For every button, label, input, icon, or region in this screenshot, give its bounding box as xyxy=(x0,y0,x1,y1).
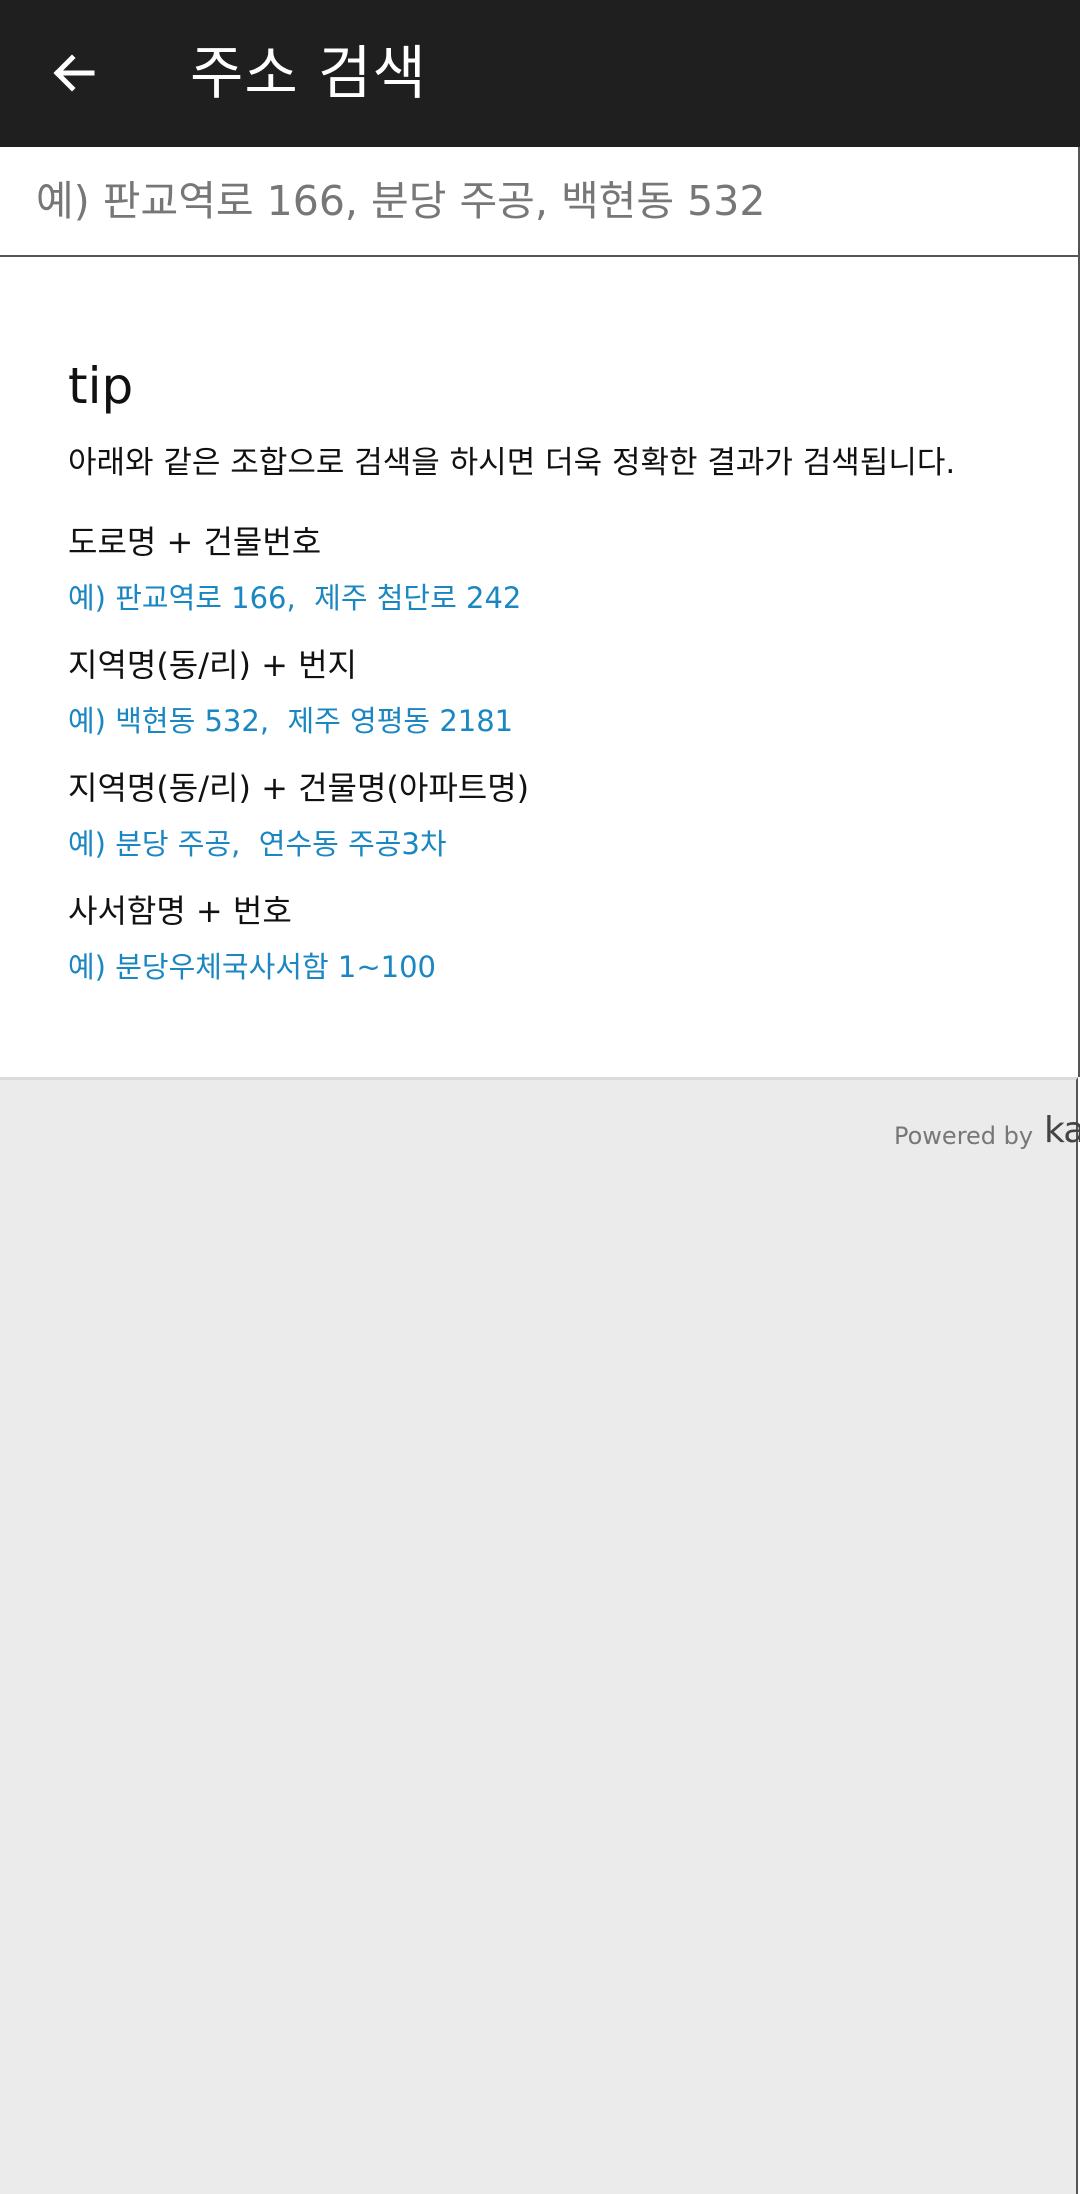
brand-logo[interactable]: ka xyxy=(1044,1110,1080,1151)
powered-by-label: Powered by xyxy=(894,1122,1034,1150)
tip-panel: tip 아래와 같은 조합으로 검색을 하시면 더욱 정확한 결과가 검색됩니다… xyxy=(0,257,1080,1077)
tip-item-label: 지역명(동/리) + 건물명(아파트명) xyxy=(68,769,530,807)
search-field xyxy=(0,147,1080,255)
page-title: 주소 검색 xyxy=(190,39,427,107)
search-input[interactable] xyxy=(0,147,1078,255)
tip-item-label: 도로명 + 건물번호 xyxy=(68,523,322,561)
address-search-screen: 주소 검색 tip 아래와 같은 조합으로 검색을 하시면 더욱 정확한 결과가… xyxy=(0,0,1080,2194)
tip-item-example: 예) 백현동 532, 제주 영평동 2181 xyxy=(68,704,514,738)
tip-item-example: 예) 분당우체국사서함 1~100 xyxy=(68,950,436,984)
tip-description: 아래와 같은 조합으로 검색을 하시면 더욱 정확한 결과가 검색됩니다. xyxy=(68,445,956,481)
tip-item-label: 지역명(동/리) + 번지 xyxy=(68,646,357,684)
back-button[interactable] xyxy=(34,30,114,116)
tip-title: tip xyxy=(68,357,134,415)
tip-item-example: 예) 분당 주공, 연수동 주공3차 xyxy=(68,827,447,861)
app-bar: 주소 검색 xyxy=(0,0,1080,147)
tip-item-label: 사서함명 + 번호 xyxy=(68,892,292,930)
arrow-left-icon xyxy=(53,54,95,92)
footer-area: Powered by ka xyxy=(0,1077,1080,2194)
tip-item-example: 예) 판교역로 166, 제주 첨단로 242 xyxy=(68,581,522,615)
